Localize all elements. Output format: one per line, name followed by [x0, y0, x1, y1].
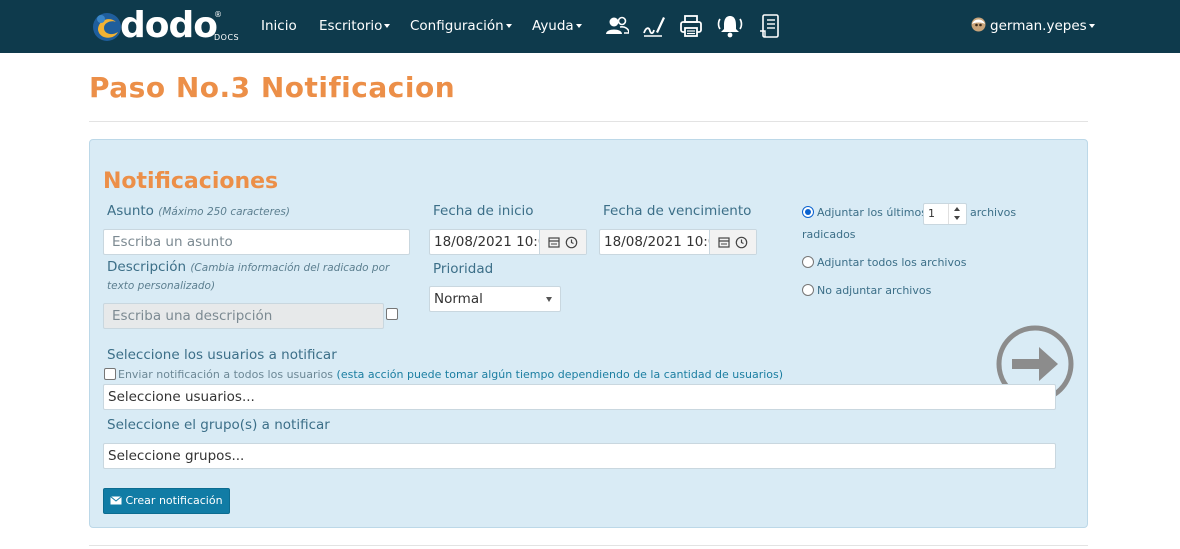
notify-all-users-label: Enviar notificación a todos los usuarios…: [118, 368, 783, 382]
usuarios-select[interactable]: Seleccione usuarios...: [103, 384, 1056, 410]
adjuntar-todos-label: Adjuntar todos los archivos: [817, 256, 967, 269]
no-adjuntar-radio[interactable]: [802, 284, 814, 296]
bell-icon[interactable]: [716, 13, 744, 39]
nav-item-ayuda[interactable]: Ayuda: [532, 17, 582, 35]
descripcion-input[interactable]: Escriba una descripción: [103, 303, 384, 329]
nav-item-escritorio[interactable]: Escritorio: [319, 17, 391, 35]
fecha-vencimiento-input[interactable]: 18/08/2021 10:07: [599, 229, 757, 255]
signature-icon[interactable]: [642, 13, 666, 39]
asunto-input[interactable]: Escriba un asunto: [103, 229, 410, 255]
caret-down-icon: [384, 24, 391, 28]
descripcion-placeholder: Escriba una descripción: [112, 308, 273, 324]
nav-item-label: Ayuda: [532, 18, 574, 34]
printer-icon[interactable]: [679, 13, 703, 39]
descripcion-label-text: Descripción: [107, 259, 187, 275]
clock-icon[interactable]: [735, 236, 748, 249]
asunto-label: Asunto (Máximo 250 caracteres): [107, 202, 290, 221]
calendar-icon[interactable]: [548, 236, 560, 248]
descripcion-enable-checkbox[interactable]: [386, 308, 398, 320]
notification-form-panel: [89, 139, 1088, 528]
user-menu[interactable]: german.yepes: [971, 17, 1095, 35]
clock-icon[interactable]: [565, 236, 578, 249]
descripcion-label: Descripción (Cambia información del radi…: [107, 259, 407, 295]
envelope-icon: [110, 496, 123, 505]
fecha-vencimiento-label: Fecha de vencimiento: [603, 203, 752, 219]
asunto-placeholder: Escriba un asunto: [112, 234, 233, 250]
logo-swirl-icon: [93, 13, 121, 41]
logo-registered-mark: ®: [214, 10, 222, 19]
adjuntar-ultimos-suffix-line2: radicados: [802, 228, 856, 241]
fecha-inicio-input[interactable]: 18/08/2021 10:07: [429, 229, 587, 255]
avatar: [971, 17, 986, 32]
user-name: german.yepes: [990, 18, 1087, 34]
usuarios-placeholder: Seleccione usuarios...: [108, 389, 255, 405]
document-list-icon[interactable]: [758, 13, 782, 39]
divider: [89, 545, 1088, 546]
grupos-label: Seleccione el grupo(s) a notificar: [107, 417, 330, 433]
prioridad-value: Normal: [434, 291, 483, 307]
archivos-count-stepper[interactable]: 1: [923, 203, 967, 225]
asunto-hint: (Máximo 250 caracteres): [158, 206, 290, 218]
grupos-placeholder: Seleccione grupos...: [108, 448, 245, 464]
adjuntar-todos-radio[interactable]: [802, 256, 814, 268]
form-title: Notificaciones: [103, 169, 279, 194]
notify-all-users-checkbox[interactable]: [104, 368, 116, 380]
calendar-icon[interactable]: [718, 236, 730, 248]
prioridad-label: Prioridad: [433, 261, 494, 277]
prioridad-select[interactable]: Normal: [429, 286, 561, 312]
adjuntar-ultimos-suffix: archivos: [970, 206, 1017, 219]
fecha-inicio-label: Fecha de inicio: [433, 203, 534, 219]
fecha-vencimiento-value: 18/08/2021 10:07: [604, 234, 726, 250]
nav-item-label: Escritorio: [319, 18, 383, 34]
nav-item-inicio[interactable]: Inicio: [261, 17, 297, 35]
users-icon[interactable]: [605, 13, 629, 39]
nav-item-configuracion[interactable]: Configuración: [410, 17, 512, 35]
usuarios-label: Seleccione los usuarios a notificar: [107, 347, 337, 363]
date-picker-addon[interactable]: [709, 230, 756, 254]
fecha-inicio-value: 18/08/2021 10:07: [434, 234, 556, 250]
divider: [89, 121, 1088, 122]
adjuntar-ultimos-radio[interactable]: [802, 206, 814, 218]
archivos-count-value: 1: [928, 207, 935, 220]
asunto-label-text: Asunto: [107, 203, 154, 219]
logo-subtitle: DOCS: [214, 33, 240, 42]
dodo-logo[interactable]: dodo ® DOCS: [90, 6, 240, 48]
notify-all-users-note: (esta acción puede tomar algún tiempo de…: [336, 368, 784, 381]
stepper-up-icon[interactable]: [954, 207, 960, 211]
logo-text: dodo: [120, 5, 218, 46]
crear-notificacion-label: Crear notificación: [125, 494, 223, 507]
nav-item-label: Inicio: [261, 18, 297, 34]
no-adjuntar-label: No adjuntar archivos: [817, 284, 932, 297]
chevron-down-icon: [546, 297, 552, 302]
crear-notificacion-button[interactable]: Crear notificación: [103, 488, 230, 514]
caret-down-icon: [575, 24, 582, 28]
notify-all-users-text: Enviar notificación a todos los usuarios: [118, 368, 334, 381]
grupos-select[interactable]: Seleccione grupos...: [103, 443, 1056, 469]
caret-down-icon: [1088, 24, 1095, 28]
date-picker-addon[interactable]: [539, 230, 586, 254]
caret-down-icon: [505, 24, 512, 28]
nav-item-label: Configuración: [410, 18, 504, 34]
adjuntar-ultimos-label: Adjuntar los últimos: [817, 206, 927, 219]
stepper-buttons[interactable]: [948, 204, 966, 224]
page-title: Paso No.3 Notificacion: [89, 71, 456, 104]
top-navbar: dodo ® DOCS Inicio Escritorio Configurac…: [0, 0, 1180, 53]
stepper-down-icon[interactable]: [954, 216, 960, 220]
